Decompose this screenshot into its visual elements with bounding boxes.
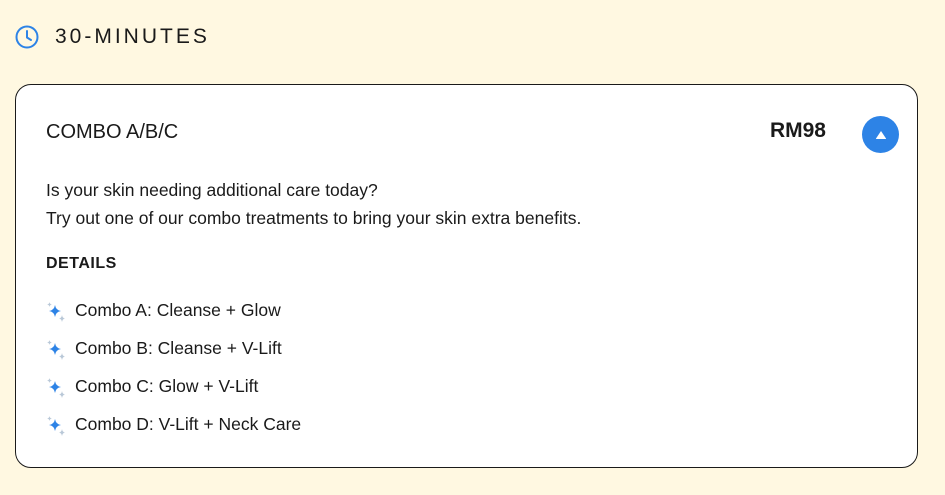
list-item: Combo B: Cleanse + V-Lift	[45, 335, 301, 373]
service-title: COMBO A/B/C	[46, 121, 179, 143]
service-description: Is your skin needing additional care tod…	[46, 176, 581, 232]
clock-icon	[14, 24, 40, 50]
collapse-button[interactable]	[862, 116, 899, 153]
sparkle-icon	[45, 377, 67, 399]
list-item: Combo C: Glow + V-Lift	[45, 373, 301, 411]
details-heading: DETAILS	[46, 255, 117, 272]
section-header: 30-MINUTES	[14, 24, 210, 50]
detail-text: Combo D: V-Lift + Neck Care	[75, 414, 302, 434]
description-line: Try out one of our combo treatments to b…	[46, 208, 582, 228]
sparkle-icon	[45, 339, 67, 361]
details-list: Combo A: Cleanse + Glow Combo B: Cleanse…	[45, 297, 301, 449]
service-price: RM98	[769, 119, 826, 142]
detail-text: Combo A: Cleanse + Glow	[75, 300, 281, 320]
chevron-up-icon	[875, 130, 887, 140]
detail-text: Combo B: Cleanse + V-Lift	[75, 338, 282, 358]
list-item: Combo D: V-Lift + Neck Care	[45, 411, 301, 449]
sparkle-icon	[45, 415, 67, 437]
section-title: 30-MINUTES	[55, 25, 210, 48]
list-item: Combo A: Cleanse + Glow	[45, 297, 301, 335]
description-line: Is your skin needing additional care tod…	[46, 180, 378, 200]
sparkle-icon	[45, 301, 67, 323]
detail-text: Combo C: Glow + V-Lift	[75, 376, 259, 396]
service-card: COMBO A/B/C RM98 Is your skin needing ad…	[15, 84, 918, 468]
